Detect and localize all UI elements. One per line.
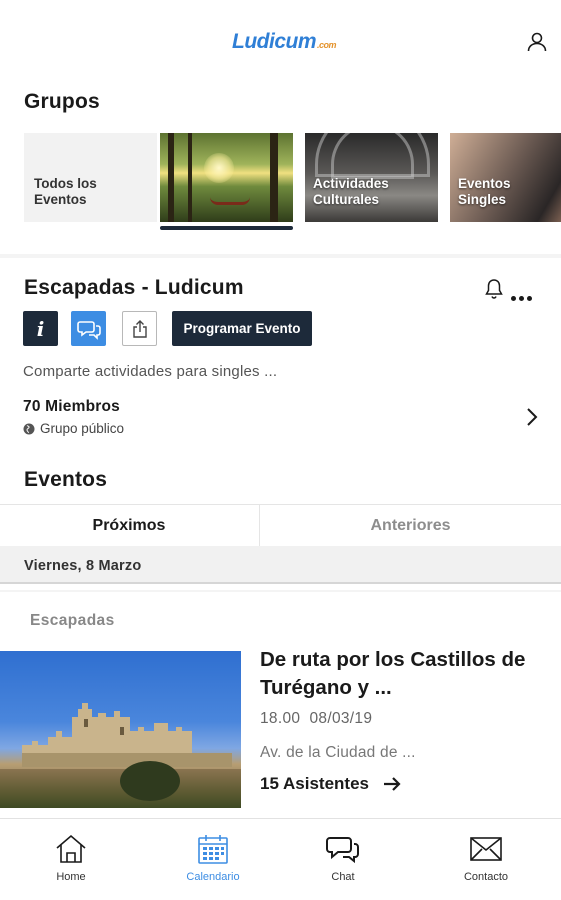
selected-group-indicator — [160, 226, 293, 230]
sun-glow — [204, 153, 234, 183]
tree-trunk — [270, 133, 278, 222]
nav-calendar-label: Calendario — [186, 871, 240, 883]
group-card-label: Eventos Singles — [458, 176, 511, 207]
chevron-right-icon[interactable] — [524, 406, 540, 428]
member-count: 70 Miembros — [23, 398, 120, 415]
logo-text: Ludicum — [232, 30, 317, 53]
event-list: Escapadas De ruta por los Castillos de T… — [0, 592, 561, 818]
info-button[interactable]: i — [23, 311, 58, 346]
castle-image — [22, 703, 232, 767]
group-card-escapadas[interactable] — [160, 133, 293, 222]
tree-trunk — [188, 133, 192, 222]
group-card-singles[interactable]: Eventos Singles — [450, 133, 561, 222]
event-title[interactable]: De ruta por los Castillos de Turégano y … — [260, 646, 550, 702]
group-card-label: Todos los Eventos — [34, 176, 97, 207]
user-icon[interactable] — [525, 30, 549, 54]
visibility-label: Grupo público — [40, 421, 125, 436]
group-visibility: Grupo público — [23, 421, 124, 436]
groups-section: Grupos Todos los Eventos Actividades Cul… — [0, 62, 561, 254]
home-icon — [56, 834, 86, 863]
tree-trunk — [168, 133, 174, 222]
info-icon: i — [36, 316, 45, 341]
nav-calendar[interactable]: Calendario — [163, 833, 263, 893]
event-category: Escapadas — [30, 612, 115, 629]
arrow-right-icon — [383, 777, 401, 791]
tab-upcoming[interactable]: Próximos — [0, 505, 258, 547]
chat-bubbles-icon — [76, 320, 101, 340]
event-attendees[interactable]: 15 Asistentes — [260, 774, 401, 794]
group-description: Comparte actividades para singles ... — [23, 363, 278, 380]
globe-icon — [23, 423, 35, 434]
app-logo[interactable]: Ludicum.com — [232, 30, 337, 54]
bottom-navigation: Home Calendario Chat Contacto — [0, 818, 561, 900]
calendar-icon — [198, 835, 228, 864]
groups-title: Grupos — [24, 90, 100, 113]
nav-contact[interactable]: Contacto — [436, 833, 536, 893]
nav-chat-label: Chat — [331, 871, 355, 883]
group-detail-section: Escapadas - Ludicum i Programar Evento C… — [0, 258, 561, 450]
group-card-cultural[interactable]: Actividades Culturales — [305, 133, 438, 222]
groups-carousel[interactable]: Todos los Eventos Actividades Culturales… — [24, 133, 561, 233]
date-label: Viernes, 8 Marzo — [24, 558, 142, 574]
chat-icon — [326, 837, 359, 864]
share-button[interactable] — [122, 311, 157, 346]
events-tabs: Próximos Anteriores — [0, 504, 561, 548]
more-options-icon[interactable] — [511, 288, 537, 301]
nav-contact-label: Contacto — [463, 871, 509, 883]
group-card-all-events[interactable]: Todos los Eventos — [24, 133, 157, 222]
program-event-button[interactable]: Programar Evento — [172, 311, 312, 346]
date-header: Viernes, 8 Marzo — [0, 546, 561, 584]
bell-icon[interactable] — [484, 278, 504, 300]
logo-suffix: .com — [317, 40, 337, 50]
group-title: Escapadas - Ludicum — [24, 276, 244, 299]
events-section: Eventos Próximos Anteriores Viernes, 8 M… — [0, 450, 561, 590]
nav-chat[interactable]: Chat — [293, 833, 393, 893]
event-location: Av. de la Ciudad de ... — [260, 744, 416, 761]
events-title: Eventos — [24, 468, 108, 491]
bush — [120, 761, 180, 801]
group-card-label: Actividades Culturales — [313, 176, 389, 207]
share-icon — [132, 319, 147, 338]
top-bar: Ludicum.com — [0, 0, 561, 62]
hammock-image — [210, 197, 250, 205]
envelope-icon — [470, 837, 502, 861]
event-image[interactable] — [0, 651, 241, 808]
nav-home-label: Home — [56, 871, 86, 883]
group-chat-button[interactable] — [71, 311, 106, 346]
tab-past[interactable]: Anteriores — [259, 505, 561, 547]
nav-home[interactable]: Home — [21, 833, 121, 893]
museum-arch-image — [331, 133, 414, 179]
event-datetime: 18.00 08/03/19 — [260, 710, 373, 727]
attendees-label: 15 Asistentes — [260, 774, 369, 793]
